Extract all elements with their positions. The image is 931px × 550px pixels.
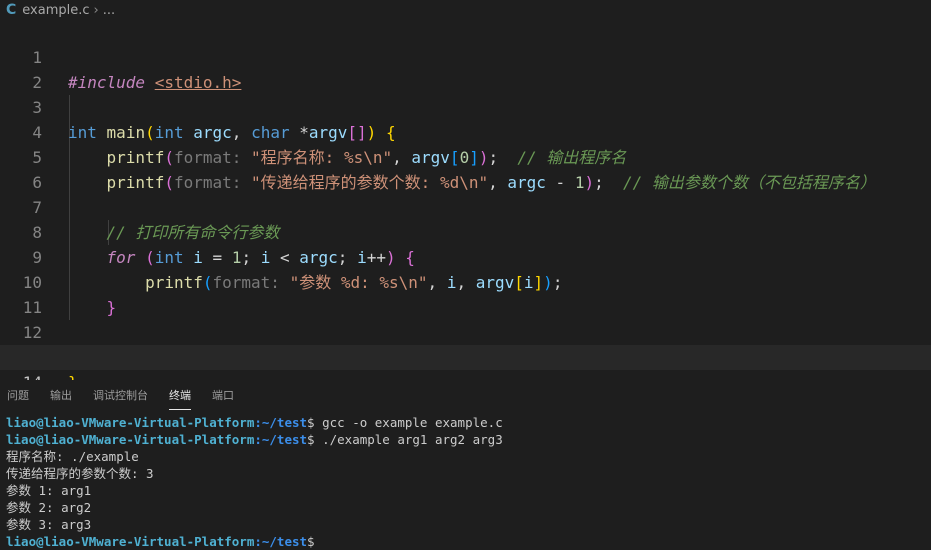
code-line-8[interactable]: 8 for (int i = 1; i < argc; i++) { — [0, 195, 931, 267]
tab-output[interactable]: 输出 — [50, 381, 72, 409]
terminal-prompt-user: liao@liao-VMware-Virtual-Platform — [6, 432, 255, 447]
terminal-prompt-path: :~/test — [254, 415, 308, 430]
terminal-line: liao@liao-VMware-Virtual-Platform:~/test… — [6, 533, 315, 550]
code-line-12[interactable]: 12 return 0; — [0, 295, 931, 367]
terminal-output: 参数 2: arg2 — [6, 500, 92, 515]
code-line-13[interactable]: 13 } — [0, 320, 931, 380]
breadcrumb-rest[interactable]: ... — [103, 3, 115, 18]
code-line-10[interactable]: 10 } — [0, 245, 931, 317]
terminal-prompt-user: liao@liao-VMware-Virtual-Platform — [6, 534, 255, 549]
code-line-7[interactable]: 7 // 打印所有命令行参数 — [0, 170, 931, 242]
code-line-1[interactable]: 1 #include <stdio.h> — [0, 20, 931, 92]
breadcrumb: C example.c › ... — [0, 0, 931, 20]
code-line-5[interactable]: 5 printf(format: "传递给程序的参数个数: %d\n", arg… — [0, 120, 931, 192]
terminal-command: $ ./example arg1 arg2 arg3 — [307, 432, 503, 447]
chevron-right-icon: › — [93, 2, 99, 18]
terminal-output: 程序名称: ./example — [6, 449, 139, 464]
code-line-14[interactable]: 14 — [0, 345, 931, 380]
code-line-3[interactable]: 3 int main(int argc, char *argv[]) { — [0, 70, 931, 142]
code-line-2[interactable]: 2 — [0, 45, 931, 92]
terminal-output: 传递给程序的参数个数: 3 — [6, 466, 154, 481]
terminal-line: liao@liao-VMware-Virtual-Platform:~/test… — [6, 431, 503, 448]
terminal-prompt-path: :~/test — [254, 534, 308, 549]
line-number: 14 — [0, 370, 42, 380]
terminal-prompt-user: liao@liao-VMware-Virtual-Platform — [6, 415, 255, 430]
terminal-output: 参数 3: arg3 — [6, 517, 92, 532]
terminal[interactable]: liao@liao-VMware-Virtual-Platform:~/test… — [0, 410, 931, 549]
code-line-11[interactable]: 11 — [0, 270, 931, 317]
panel-tabs: 问题 输出 调试控制台 终端 端口 — [0, 380, 931, 410]
code-line-9[interactable]: 9 printf(format: "参数 %d: %s\n", i, argv[… — [0, 220, 931, 292]
tab-terminal[interactable]: 终端 — [169, 381, 191, 410]
code-line-6[interactable]: 6 — [0, 145, 931, 192]
breadcrumb-file[interactable]: example.c — [22, 3, 89, 18]
tab-ports[interactable]: 端口 — [212, 381, 234, 409]
tab-debug-console[interactable]: 调试控制台 — [93, 381, 148, 409]
code-line-4[interactable]: 4 printf(format: "程序名称: %s\n", argv[0]);… — [0, 95, 931, 167]
tab-problems[interactable]: 问题 — [7, 381, 29, 409]
code-editor[interactable]: 1 #include <stdio.h> 2 3 int main(int ar… — [0, 20, 931, 380]
terminal-command: $ gcc -o example example.c — [307, 415, 503, 430]
terminal-prompt-path: :~/test — [254, 432, 308, 447]
terminal-line: liao@liao-VMware-Virtual-Platform:~/test… — [6, 414, 503, 431]
c-file-icon: C — [6, 2, 17, 18]
terminal-command: $ — [307, 534, 315, 549]
terminal-output: 参数 1: arg1 — [6, 483, 92, 498]
